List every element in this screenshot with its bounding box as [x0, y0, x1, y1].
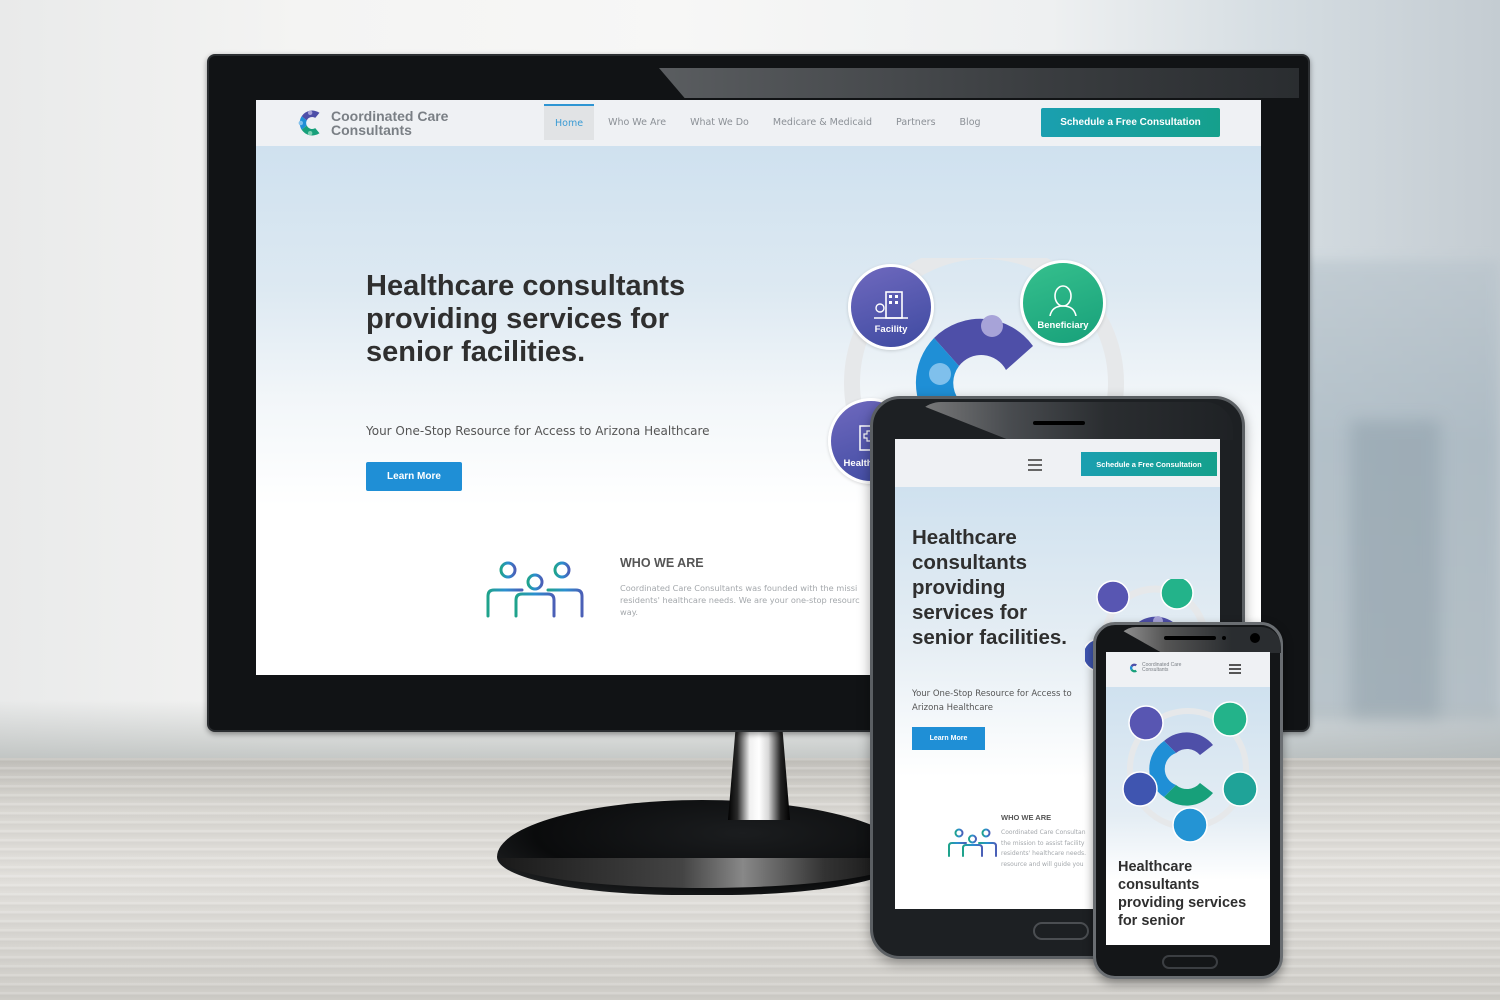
schedule-consultation-button[interactable]: Schedule a Free Consultation — [1041, 108, 1220, 137]
logo-line-1: Coordinated Care — [331, 108, 449, 124]
node-facility: Facility — [848, 264, 934, 350]
phone-care-diagram — [1122, 701, 1258, 843]
phone-camera — [1250, 633, 1260, 643]
phone-sensor — [1222, 636, 1226, 640]
phone-device: Coordinated Care Consultants Healthcare … — [1093, 622, 1283, 979]
phone-logo-text: Coordinated Care Consultants — [1142, 662, 1181, 674]
tablet-node-beneficiary — [1160, 579, 1194, 610]
phone-logo-c-icon — [1130, 663, 1137, 673]
site-logo[interactable]: Coordinated Care Consultants — [294, 106, 448, 140]
monitor-stand-neck — [728, 730, 790, 820]
hamburger-menu-icon[interactable] — [1028, 459, 1042, 474]
node-beneficiary: Beneficiary — [1020, 260, 1106, 346]
phone-node-beneficiary — [1212, 701, 1248, 737]
tablet-hero-subtitle: Your One-Stop Resource for Access to Ari… — [912, 689, 1072, 713]
logo-line-2: Consultants — [331, 122, 412, 138]
who-text-line: Coordinated Care Consultants was founded… — [620, 583, 858, 593]
logo-text: Coordinated Care Consultants — [331, 109, 448, 137]
tablet-who-we-are-title: WHO WE ARE — [1001, 813, 1052, 822]
person-icon — [1049, 285, 1077, 316]
phone-node-pcp — [1222, 771, 1258, 807]
tablet-speaker — [1033, 421, 1085, 425]
hero-subtitle: Your One-Stop Resource for Access to Ari… — [366, 424, 710, 438]
phone-speaker — [1164, 636, 1216, 640]
nav-who-we-are[interactable]: Who We Are — [596, 104, 678, 140]
phone-logo-line-2: Consultants — [1142, 667, 1169, 673]
building-icon — [874, 291, 908, 319]
phone-header: Coordinated Care Consultants — [1106, 652, 1270, 687]
phone-hero-title: Healthcare consultants providing service… — [1118, 859, 1247, 929]
monitor-glare — [659, 68, 1299, 98]
logo-c-icon — [298, 110, 320, 136]
tablet-schedule-button[interactable]: Schedule a Free Consultation — [1081, 452, 1217, 476]
phone-hamburger-menu-icon[interactable] — [1229, 664, 1241, 676]
tablet-node-facility — [1096, 580, 1130, 614]
who-text-line: way. — [620, 607, 638, 617]
tablet-team-people-icon — [948, 828, 997, 857]
background-window-blur-2 — [1350, 420, 1440, 720]
nav-medicare-medicaid[interactable]: Medicare & Medicaid — [761, 104, 884, 140]
tablet-header: Schedule a Free Consultation — [895, 439, 1220, 487]
main-nav: Home Who We Are What We Do Medicare & Me… — [544, 104, 993, 140]
nav-home[interactable]: Home — [544, 104, 595, 140]
node-facility-label: Facility — [874, 324, 908, 335]
nav-what-we-do[interactable]: What We Do — [678, 104, 761, 140]
phone-node-coverage — [1122, 771, 1158, 807]
tablet-home-button — [1033, 922, 1089, 940]
team-people-icon — [486, 561, 584, 618]
phone-screen: Coordinated Care Consultants Healthcare … — [1106, 652, 1270, 945]
phone-node-facility — [1128, 705, 1164, 741]
who-text-line: residents' healthcare needs. We are your… — [620, 595, 860, 605]
who-we-are-text: Coordinated Care Consultants was founded… — [620, 582, 900, 618]
tablet-learn-more-button[interactable]: Learn More — [912, 727, 985, 750]
node-beneficiary-label: Beneficiary — [1037, 320, 1089, 331]
hero-title: Healthcare consultants providing service… — [366, 270, 686, 368]
phone-home-button — [1162, 955, 1218, 969]
phone-logo[interactable]: Coordinated Care Consultants — [1128, 662, 1181, 674]
nav-blog[interactable]: Blog — [948, 104, 993, 140]
site-header: Coordinated Care Consultants Home Who We… — [256, 100, 1261, 146]
learn-more-button[interactable]: Learn More — [366, 462, 462, 491]
who-we-are-title: WHO WE ARE — [620, 556, 704, 570]
tablet-hero-title: Healthcare consultants providing service… — [912, 526, 1067, 649]
nav-partners[interactable]: Partners — [884, 104, 947, 140]
phone-node-case-management — [1172, 807, 1208, 843]
